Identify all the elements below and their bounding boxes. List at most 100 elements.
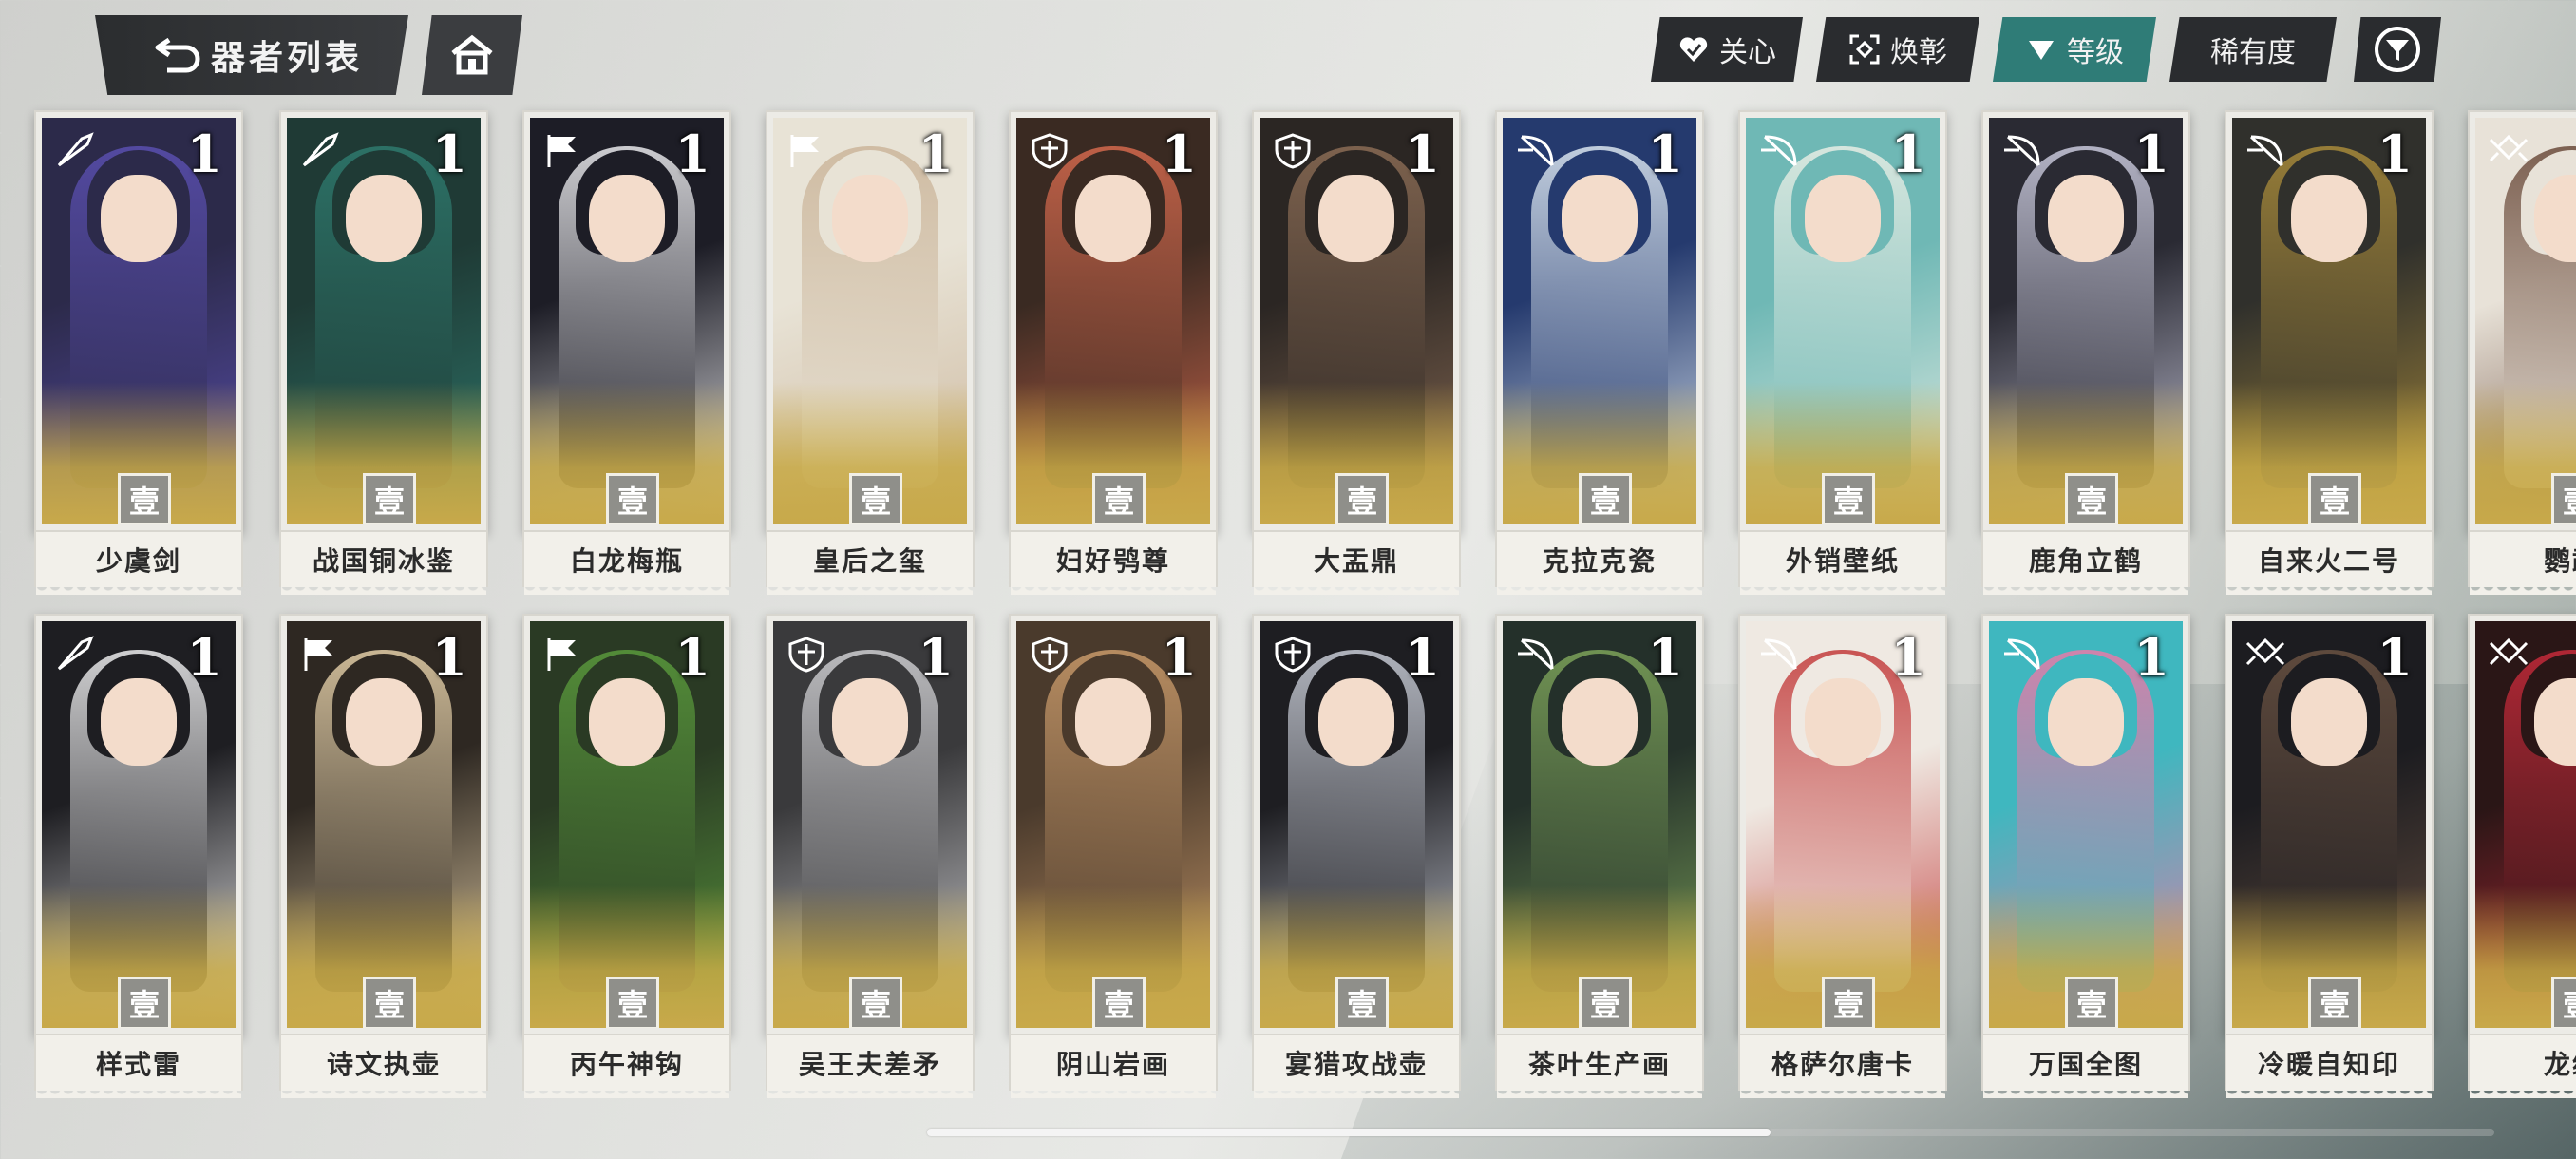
bow-icon [2244,131,2287,169]
rank-badge: 壹 [2308,977,2361,1028]
rank-badge: 壹 [606,473,659,524]
card-level: 1 [1161,627,1197,688]
character-portrait: 1 壹 [287,118,481,524]
card-name: 鹿角立鹤 [1981,532,2190,595]
character-card[interactable]: 1 壹 少虞剑 [34,110,243,595]
card-level: 1 [1404,627,1440,688]
quill-icon [298,131,342,169]
rank-badge: 壹 [2308,473,2361,524]
card-level: 1 [1647,124,1683,184]
card-name: 少虞剑 [34,532,243,595]
card-level: 1 [2133,627,2169,688]
card-name: 战国铜冰鉴 [279,532,488,595]
character-portrait: 1 壹 [1016,621,1210,1028]
character-card[interactable]: 壹 鹦鹉 [2468,110,2576,595]
character-face [2291,678,2367,766]
bow-icon [2000,635,2044,673]
back-arrow-icon[interactable] [152,32,205,76]
card-level: 1 [1890,124,1926,184]
card-name: 鹦鹉 [2468,532,2576,595]
character-face [832,175,908,262]
character-face [1318,175,1394,262]
character-card[interactable]: 1 壹 格萨尔唐卡 [1738,614,1947,1098]
bow-icon [1757,131,1801,169]
character-card[interactable]: 1 壹 皇后之玺 [766,110,975,595]
page-title: 器者列表 [211,38,364,78]
character-card[interactable]: 1 壹 冷暖自知印 [2225,614,2434,1098]
character-card[interactable]: 1 壹 妇好鸮尊 [1009,110,1218,595]
character-face [1805,678,1881,766]
character-portrait: 1 壹 [42,621,236,1028]
card-name: 皇后之玺 [766,532,975,595]
filter-button[interactable] [2354,17,2441,82]
character-card[interactable]: 1 壹 宴猎攻战壶 [1252,614,1461,1098]
horizontal-scrollbar[interactable] [927,1129,1771,1136]
character-face [1562,678,1638,766]
character-face [589,678,665,766]
card-name: 万国全图 [1981,1036,2190,1098]
card-level: 1 [2133,124,2169,184]
bow-icon [1514,131,1558,169]
character-face [2048,175,2124,262]
character-portrait: 1 壹 [1746,118,1940,524]
card-level: 1 [674,124,710,184]
tab-rarity[interactable]: 稀有度 [2169,17,2337,82]
tab-label: 焕彰 [1890,37,1947,68]
heart-check-icon [1679,37,1708,62]
character-face [346,175,422,262]
rank-badge: 壹 [363,473,416,524]
home-icon [451,34,493,75]
character-card[interactable]: 1 壹 自来火二号 [2225,110,2434,595]
rank-badge: 壹 [606,977,659,1028]
card-level: 1 [431,627,467,688]
card-name: 样式雷 [34,1036,243,1098]
card-name: 格萨尔唐卡 [1738,1036,1947,1098]
character-card[interactable]: 壹 龙纹 [2468,614,2576,1098]
card-name: 白龙梅瓶 [522,532,731,595]
character-card[interactable]: 1 壹 外销壁纸 [1738,110,1947,595]
character-card[interactable]: 1 壹 茶叶生产画 [1495,614,1704,1098]
character-card[interactable]: 1 壹 样式雷 [34,614,243,1098]
tab-level[interactable]: 等级 [1993,17,2156,82]
card-level: 1 [1647,627,1683,688]
character-card[interactable]: 1 壹 万国全图 [1981,614,2190,1098]
character-portrait: 1 壹 [1260,621,1453,1028]
tab-care[interactable]: 关心 [1651,17,1803,82]
character-portrait: 1 壹 [1989,621,2183,1028]
character-card[interactable]: 1 壹 鹿角立鹤 [1981,110,2190,595]
character-portrait: 1 壹 [2232,621,2426,1028]
character-card[interactable]: 1 壹 白龙梅瓶 [522,110,731,595]
card-level: 1 [1161,124,1197,184]
character-card[interactable]: 1 壹 大盂鼎 [1252,110,1461,595]
character-portrait: 1 壹 [1503,621,1696,1028]
rank-badge: 壹 [2065,977,2118,1028]
character-card[interactable]: 1 壹 诗文执壶 [279,614,488,1098]
character-card[interactable]: 1 壹 阴山岩画 [1009,614,1218,1098]
card-level: 1 [674,627,710,688]
character-portrait: 1 壹 [1989,118,2183,524]
character-card[interactable]: 1 壹 战国铜冰鉴 [279,110,488,595]
card-name: 阴山岩画 [1009,1036,1218,1098]
card-name: 诗文执壶 [279,1036,488,1098]
rank-badge: 壹 [849,473,902,524]
character-face [1075,175,1151,262]
rank-badge: 壹 [1335,473,1389,524]
flag-icon [298,635,342,673]
rank-badge: 壹 [1822,473,1875,524]
rank-badge: 壹 [1092,473,1146,524]
character-face [346,678,422,766]
knot-icon [2487,131,2530,169]
tab-huanzhang[interactable]: 焕彰 [1816,17,1979,82]
card-name: 大盂鼎 [1252,532,1461,595]
character-card[interactable]: 1 壹 吴王夫差矛 [766,614,975,1098]
character-card[interactable]: 1 壹 克拉克瓷 [1495,110,1704,595]
card-name: 宴猎攻战壶 [1252,1036,1461,1098]
character-card[interactable]: 1 壹 丙午神钩 [522,614,731,1098]
home-button[interactable] [422,15,522,95]
character-portrait: 1 壹 [42,118,236,524]
rank-badge: 壹 [1822,977,1875,1028]
character-portrait: 1 壹 [1503,118,1696,524]
card-level: 1 [2377,124,2413,184]
rank-badge: 壹 [118,977,171,1028]
card-level: 1 [431,124,467,184]
